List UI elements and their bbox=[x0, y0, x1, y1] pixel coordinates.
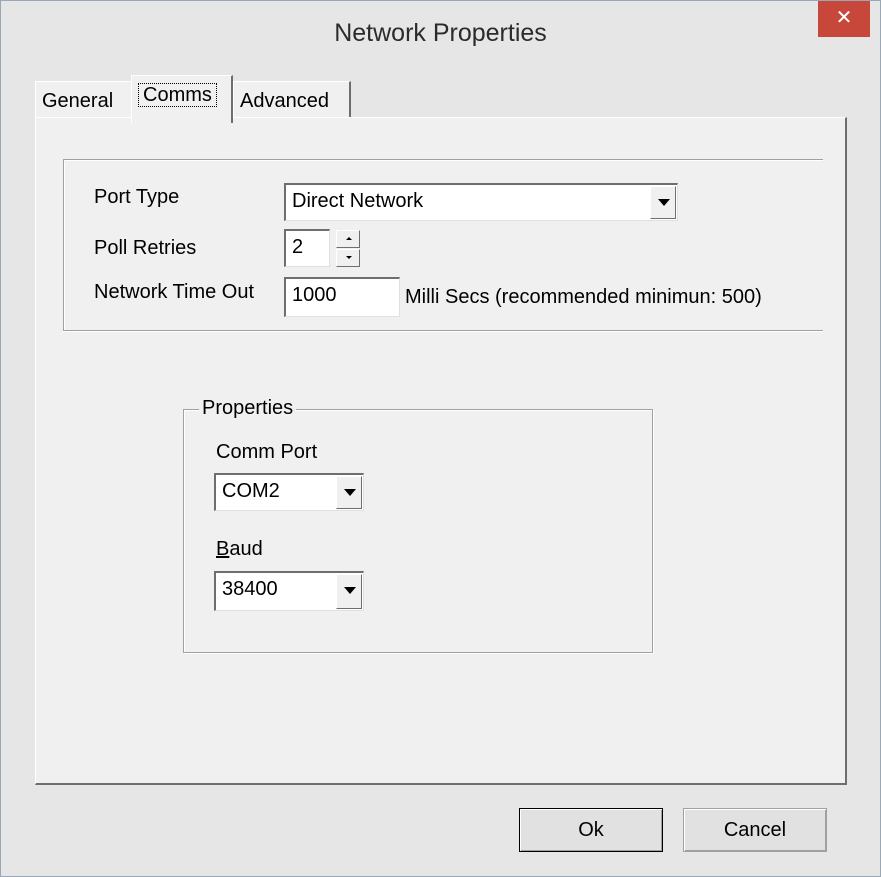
tab-advanced-label: Advanced bbox=[240, 90, 329, 112]
network-timeout-label: Network Time Out bbox=[94, 281, 255, 303]
chevron-down-icon[interactable] bbox=[336, 476, 362, 509]
properties-legend: Properties bbox=[199, 397, 297, 420]
title-bar[interactable]: Network Properties ✕ bbox=[1, 1, 880, 61]
poll-retries-value: 2 bbox=[292, 236, 304, 258]
tab-comms-label: Comms bbox=[138, 83, 217, 107]
comm-port-select[interactable]: COM2 bbox=[214, 473, 364, 511]
window-title: Network Properties bbox=[334, 19, 547, 47]
tab-advanced[interactable]: Advanced bbox=[233, 81, 351, 117]
network-timeout-input[interactable]: 1000 bbox=[284, 277, 400, 317]
arrow-up-icon[interactable] bbox=[336, 230, 360, 248]
poll-retries-label: Poll Retries bbox=[94, 237, 197, 259]
port-type-select[interactable]: Direct Network bbox=[284, 183, 678, 221]
port-type-value: Direct Network bbox=[292, 190, 424, 212]
chevron-down-icon[interactable] bbox=[650, 186, 676, 219]
comm-port-label: Comm Port bbox=[216, 441, 318, 463]
cancel-button[interactable]: Cancel bbox=[683, 808, 827, 852]
network-properties-window: Network Properties ✕ General Comms Advan… bbox=[0, 0, 881, 877]
baud-label-rest: aud bbox=[229, 538, 263, 560]
ok-button[interactable]: Ok bbox=[519, 808, 663, 852]
tab-general[interactable]: General bbox=[35, 81, 131, 117]
port-type-label: Port Type bbox=[94, 186, 180, 208]
baud-value: 38400 bbox=[222, 578, 278, 600]
comm-port-value: COM2 bbox=[222, 480, 280, 502]
tab-general-label: General bbox=[42, 90, 114, 112]
close-button[interactable]: ✕ bbox=[818, 1, 870, 37]
ok-button-label: Ok bbox=[578, 819, 604, 841]
baud-mnemonic: B bbox=[216, 538, 230, 560]
arrow-down-icon[interactable] bbox=[336, 249, 360, 267]
baud-label: Baud bbox=[216, 538, 263, 561]
network-timeout-value: 1000 bbox=[292, 284, 337, 306]
poll-retries-input[interactable]: 2 bbox=[284, 229, 330, 267]
timeout-hint-text: Milli Secs (recommended minimun: 500) bbox=[405, 286, 762, 308]
chevron-down-icon[interactable] bbox=[336, 574, 362, 609]
cancel-button-label: Cancel bbox=[723, 819, 787, 841]
tab-comms[interactable]: Comms bbox=[131, 75, 233, 123]
baud-select[interactable]: 38400 bbox=[214, 571, 364, 611]
close-icon: ✕ bbox=[835, 5, 853, 29]
